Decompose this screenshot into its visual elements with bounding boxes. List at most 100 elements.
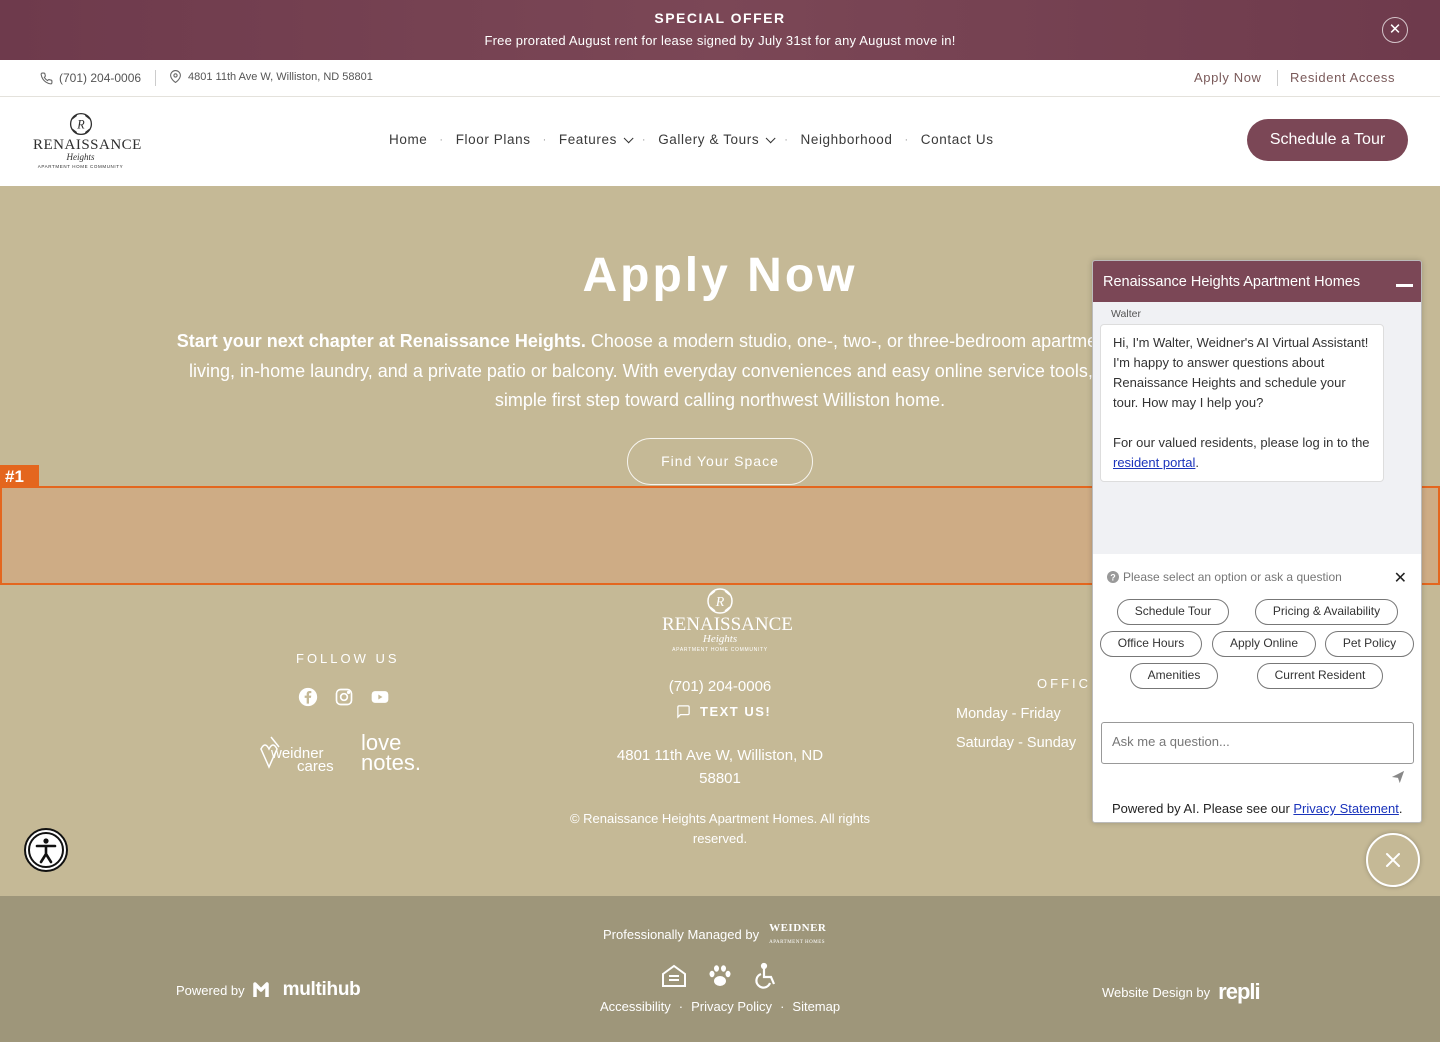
weidner-logo-sub: APARTMENT HOMES [769, 940, 826, 945]
help-icon: ? [1107, 571, 1119, 583]
footer-logo[interactable]: R RENAISSANCE Heights APARTMENT HOME COM… [662, 586, 793, 658]
website-design-by: Website Design by repli [1102, 979, 1261, 1005]
equal-housing-icon [660, 962, 688, 990]
website-design-label: Website Design by [1102, 984, 1211, 1000]
instagram-icon[interactable] [334, 687, 354, 707]
site-logo[interactable]: R RENAISSANCE Heights APARTMENT HOME COM… [33, 111, 142, 169]
close-icon [1386, 853, 1400, 867]
wheelchair-accessible-icon [752, 962, 780, 990]
minimize-icon[interactable] [1396, 284, 1413, 287]
footer-logo-name: RENAISSANCE [662, 614, 793, 635]
chat-input[interactable]: Ask me a question... [1101, 722, 1414, 764]
facebook-icon[interactable] [298, 687, 318, 707]
chat-widget: Renaissance Heights Apartment Homes Walt… [1092, 260, 1422, 823]
copyright: © Renaissance Heights Apartment Homes. A… [569, 811, 871, 846]
nav-contact[interactable]: Contact Us [921, 132, 994, 147]
accessibility-link[interactable]: Accessibility [600, 999, 671, 1014]
option-current-resident[interactable]: Current Resident [1257, 663, 1383, 689]
nav-features[interactable]: Features [559, 132, 634, 147]
send-icon[interactable] [1391, 770, 1405, 784]
divider [155, 70, 156, 86]
love-notes-line-2: notes. [361, 750, 421, 775]
link-separator: · [780, 999, 785, 1014]
chat-messages: Walter Hi, I'm Walter, Weidner's AI Virt… [1093, 302, 1421, 554]
option-pet-policy[interactable]: Pet Policy [1325, 631, 1414, 657]
chat-close-button[interactable] [1366, 833, 1420, 887]
close-prompt-button[interactable]: ✕ [1394, 568, 1407, 588]
nav-gallery-label: Gallery & Tours [658, 132, 760, 147]
logo-sub: Heights [66, 152, 95, 162]
compliance-icons [660, 962, 780, 990]
nav-neighborhood[interactable]: Neighborhood [801, 132, 893, 147]
chat-disclaimer: Powered by AI. Please see our Privacy St… [1112, 801, 1403, 816]
managed-by: Professionally Managed by WEIDNER APARTME… [603, 922, 826, 946]
chat-disclaimer-post: . [1398, 801, 1403, 816]
multihub-logo-icon [252, 982, 269, 997]
text-us-link[interactable]: TEXT US! [676, 704, 771, 719]
sitemap-link[interactable]: Sitemap [792, 999, 840, 1014]
nav-separator: · [641, 133, 647, 146]
love-notes-logo[interactable]: love notes. [361, 732, 421, 775]
utility-phone-link[interactable]: (701) 204-0006 [40, 71, 141, 85]
chat-message-resident-pre: For our valued residents, please log in … [1113, 435, 1370, 450]
phone-icon [40, 72, 53, 84]
footer-logo-monogram-letter: R [715, 595, 725, 610]
chat-title: Renaissance Heights Apartment Homes [1103, 274, 1361, 290]
privacy-statement-link[interactable]: Privacy Statement [1293, 801, 1399, 816]
help-icon-glyph: ? [1110, 573, 1116, 583]
weidner-cares-logo[interactable]: weidner cares [257, 733, 339, 775]
weidner-logo-text: WEIDNER [769, 922, 827, 934]
footer-links: Accessibility · Privacy Policy · Sitemap [600, 999, 840, 1014]
special-offer-banner: SPECIAL OFFER Free prorated August rent … [0, 0, 1440, 60]
resident-portal-link[interactable]: resident portal [1113, 455, 1195, 470]
nav-separator: · [542, 133, 547, 146]
accessibility-widget-button[interactable] [24, 828, 68, 872]
apply-now-link[interactable]: Apply Now [1194, 70, 1262, 85]
utility-phone: (701) 204-0006 [59, 71, 142, 85]
privacy-policy-link[interactable]: Privacy Policy [691, 999, 772, 1014]
offer-text: Free prorated August rent for lease sign… [484, 33, 956, 48]
option-office-hours[interactable]: Office Hours [1100, 631, 1202, 657]
repli-logo[interactable]: repli [1218, 979, 1260, 1005]
footer-logo-sub: Heights [702, 633, 738, 645]
text-us-label: TEXT US! [700, 704, 772, 719]
utility-address-link[interactable]: 4801 11th Ave W, Williston, ND 58801 [169, 70, 373, 83]
chat-prompt-text: Please select an option or ask a questio… [1123, 570, 1342, 584]
nav-home[interactable]: Home [389, 132, 427, 147]
logo-monogram-icon: R [707, 588, 733, 614]
resident-access-link[interactable]: Resident Access [1290, 70, 1395, 85]
option-schedule-tour[interactable]: Schedule Tour [1117, 599, 1229, 625]
nav-separator: · [784, 133, 789, 146]
chat-header: Renaissance Heights Apartment Homes [1093, 261, 1421, 302]
option-pricing-availability[interactable]: Pricing & Availability [1255, 599, 1398, 625]
footer-address-link[interactable]: 4801 11th Ave W, Williston, ND 58801 [610, 744, 830, 790]
hours-weekend: Saturday - Sunday [956, 735, 1077, 751]
chat-message-resident: For our valued residents, please log in … [1113, 433, 1371, 473]
logo-name: RENAISSANCE [33, 137, 142, 153]
youtube-icon[interactable] [370, 687, 390, 707]
weidner-logo[interactable]: WEIDNER APARTMENT HOMES [769, 922, 826, 946]
pet-friendly-icon [706, 962, 734, 990]
powered-by-label: Powered by [176, 982, 245, 998]
nav-floor-plans[interactable]: Floor Plans [456, 132, 531, 147]
link-separator: · [678, 999, 684, 1014]
managed-by-label: Professionally Managed by [603, 926, 760, 942]
option-amenities[interactable]: Amenities [1130, 663, 1218, 689]
multihub-logo[interactable]: multihub [283, 979, 361, 1001]
offer-close-button[interactable]: ✕ [1382, 17, 1408, 43]
utility-address: 4801 11th Ave W, Williston, ND 58801 [188, 70, 373, 83]
chat-message-text: Hi, I'm Walter, Weidner's AI Virtual Ass… [1113, 335, 1369, 410]
hero-lead: Start your next chapter at Renaissance H… [176, 331, 586, 351]
chevron-down-icon [623, 133, 634, 144]
follow-us-heading: FOLLOW US [296, 651, 400, 666]
option-apply-online[interactable]: Apply Online [1212, 631, 1316, 657]
utility-bar: (701) 204-0006 4801 11th Ave W, Willisto… [0, 60, 1440, 97]
logo-tagline: APARTMENT HOME COMMUNITY [37, 164, 124, 169]
find-your-space-button[interactable]: Find Your Space [627, 438, 813, 485]
nav-gallery-tours[interactable]: Gallery & Tours [658, 132, 776, 147]
annotation-label: #1 [0, 465, 39, 487]
schedule-tour-button[interactable]: Schedule a Tour [1247, 119, 1408, 161]
chat-agent-name: Walter [1111, 308, 1141, 320]
footer-phone-link[interactable]: (701) 204-0006 [620, 678, 820, 695]
hours-weekday: Monday - Friday [956, 706, 1061, 722]
